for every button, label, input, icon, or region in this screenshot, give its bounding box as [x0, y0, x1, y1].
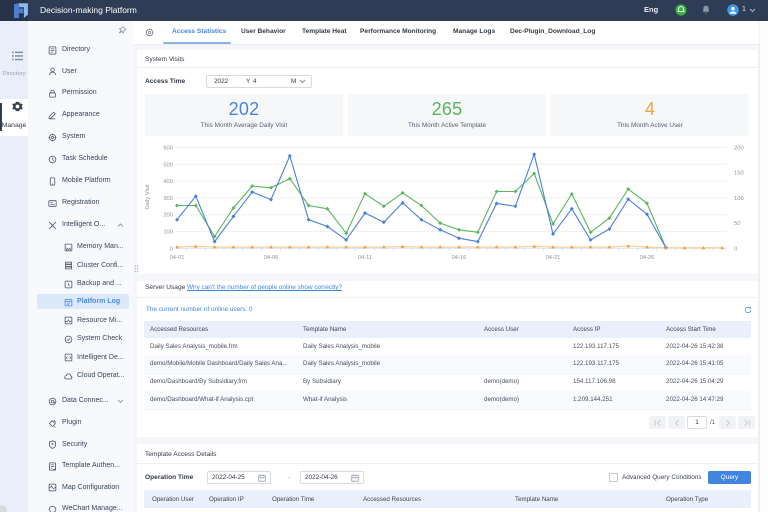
svg-text:500: 500 [163, 162, 173, 168]
svg-text:100: 100 [734, 196, 744, 202]
svg-text:300: 300 [163, 196, 173, 202]
svg-text:0: 0 [170, 246, 173, 252]
svg-text:04-01: 04-01 [170, 255, 185, 261]
svg-text:04-26: 04-26 [640, 255, 655, 261]
svg-text:600: 600 [163, 146, 173, 152]
svg-text:Daily Visit: Daily Visit [145, 184, 151, 210]
svg-text:200: 200 [734, 146, 744, 152]
svg-text:50: 50 [734, 221, 740, 227]
svg-text:04-06: 04-06 [264, 255, 279, 261]
svg-text:04-16: 04-16 [452, 255, 467, 261]
svg-text:0: 0 [734, 246, 737, 252]
svg-text:04-21: 04-21 [546, 255, 561, 261]
svg-text:100: 100 [163, 230, 173, 236]
svg-text:400: 400 [163, 179, 173, 185]
svg-text:200: 200 [163, 213, 173, 219]
svg-text:04-11: 04-11 [358, 255, 372, 261]
svg-text:150: 150 [734, 171, 744, 177]
